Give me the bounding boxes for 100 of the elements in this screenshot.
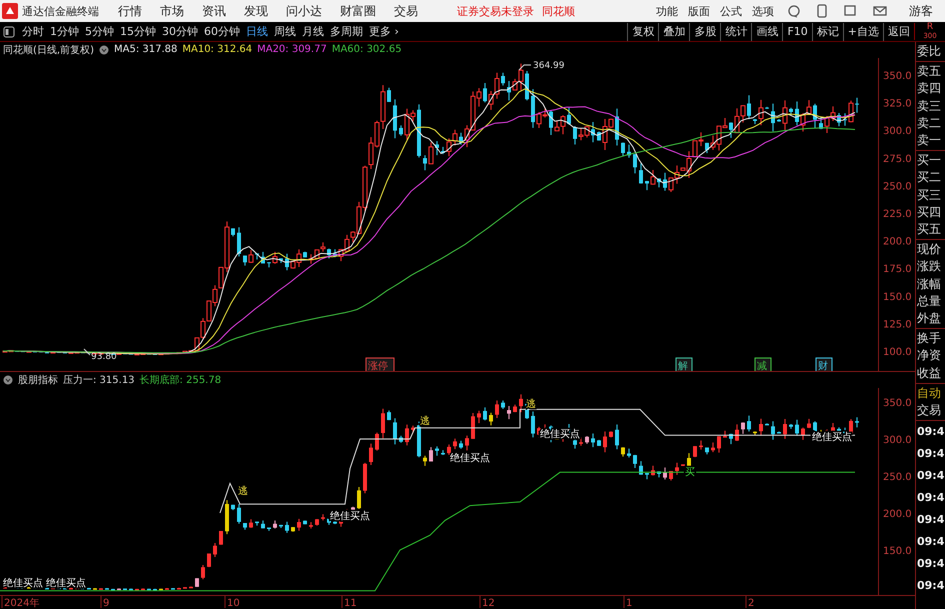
date-label: 10 [227, 598, 240, 609]
support-icon[interactable] [787, 4, 801, 18]
quote-label: 卖三 [916, 98, 942, 115]
period-tab[interactable]: 分时 [22, 24, 44, 39]
leader-line [518, 64, 532, 70]
high-price-label: 364.99 [533, 60, 564, 71]
axis-label: 200.0 [883, 509, 912, 520]
indicator-value: MA5: 317.88 [114, 44, 178, 56]
date-label: 1 [626, 598, 632, 609]
signal-label: 绝佳买点 [46, 578, 86, 589]
menu-item[interactable]: 版面 [688, 4, 710, 18]
quote-label: 净资 [916, 347, 942, 364]
quote-label: 换手 [916, 330, 942, 348]
event-tag[interactable]: 解 [676, 357, 692, 371]
date-label: 2 [748, 598, 754, 609]
quote-label: 买一 [916, 152, 942, 170]
indicator-value: 压力一: 315.13 [63, 374, 135, 387]
menu-item[interactable]: 问小达 [286, 2, 322, 20]
menu-item[interactable]: 功能 [656, 4, 678, 18]
trade-time: 09:4 [916, 490, 945, 506]
chart-title: 同花顺(日线,前复权) [3, 44, 94, 57]
menu-item[interactable]: 行情 [118, 2, 142, 20]
period-tab[interactable]: 5分钟 [85, 24, 114, 39]
mail-icon[interactable] [873, 5, 887, 17]
period-tab[interactable]: 15分钟 [120, 24, 156, 39]
axis-label: 300.0 [883, 126, 912, 138]
menu-item[interactable]: 发现 [244, 2, 268, 20]
menu-item[interactable]: 市场 [160, 2, 184, 20]
trade-time: 09:4 [916, 556, 945, 572]
axis-label: 125.0 [883, 319, 912, 330]
user-label[interactable]: 游客 [909, 2, 933, 20]
low-price-label: 93.80 [91, 352, 117, 362]
quote-label: 现价 [916, 241, 942, 258]
axis-label: 175.0 [883, 264, 912, 276]
indicator-value: 长期底部: 255.78 [140, 374, 222, 387]
quote-label: 涨跌 [916, 258, 942, 276]
axis-label: 250.0 [883, 181, 912, 192]
trade-time: 09:4 [916, 446, 945, 462]
app-logo-icon [2, 3, 18, 19]
settings-icon[interactable] [3, 375, 13, 385]
axis-label: 225.0 [883, 208, 912, 220]
menu-item[interactable]: 资讯 [202, 2, 226, 20]
login-notice[interactable]: 证券交易未登录 [457, 4, 534, 18]
event-tag[interactable]: 减 [754, 357, 772, 371]
quote-label: 收益 [916, 364, 942, 382]
quote-label: 委比 [916, 43, 942, 60]
signal-label: 绝佳买点 [450, 453, 490, 464]
axis-label: 350.0 [883, 70, 912, 82]
period-tab[interactable]: 30分钟 [162, 24, 198, 39]
quote-label: 总量 [916, 292, 942, 310]
date-label: 12 [482, 598, 495, 609]
event-tag[interactable]: 涨停 [366, 357, 394, 371]
period-tab[interactable]: 月线 [302, 24, 324, 39]
date-label: 9 [103, 598, 110, 609]
indicator-value: MA20: 309.77 [257, 44, 327, 56]
phone-icon[interactable] [817, 4, 827, 18]
trade-time: 09:4 [916, 534, 945, 550]
axis-label: 300.0 [883, 435, 912, 446]
leader-line [84, 348, 90, 356]
more-tab[interactable]: 更多 › [369, 24, 399, 39]
axis-label: 150.0 [883, 292, 912, 303]
period-tab[interactable]: 1分钟 [50, 24, 79, 39]
event-tag[interactable]: 财 [816, 357, 832, 371]
quote-label: 卖四 [916, 80, 942, 98]
date-label: 2024年 [4, 598, 40, 609]
axis-label: 325.0 [883, 98, 912, 110]
auto-trade-label[interactable]: 自动 [916, 384, 945, 402]
panel-toggle-icon[interactable] [3, 26, 15, 38]
stock-name: 同花顺 [542, 4, 575, 18]
quote-label: 买五 [916, 221, 942, 238]
indicator-title: 股朋指标 [18, 374, 58, 387]
period-tab[interactable]: 周线 [274, 24, 296, 39]
quote-label: 买四 [916, 204, 942, 221]
trade-time: 09:4 [916, 424, 945, 440]
menu-item[interactable]: 交易 [394, 2, 418, 20]
axis-label: 150.0 [883, 546, 912, 557]
auto-trade-label[interactable]: 交易 [916, 402, 945, 420]
quote-label: 涨幅 [916, 276, 942, 293]
trade-time: 09:4 [916, 468, 945, 484]
period-tab[interactable]: 日线 [246, 24, 268, 39]
message-icon[interactable] [843, 4, 857, 18]
axis-label: 350.0 [883, 398, 912, 409]
menu-item[interactable]: 选项 [752, 4, 774, 18]
quote-label: 买三 [916, 186, 942, 204]
date-label: 11 [344, 598, 357, 609]
axis-label: 250.0 [883, 472, 912, 483]
settings-icon[interactable] [98, 44, 109, 55]
trade-time: 09:4 [916, 512, 945, 528]
quote-label: 卖五 [916, 63, 942, 80]
signal-label: 逃 [238, 486, 248, 497]
signal-label: 逃 [420, 416, 430, 427]
menu-item[interactable]: 财富圈 [340, 2, 376, 20]
period-tab[interactable]: 多周期 [330, 24, 363, 39]
indicator-value: MA60: 302.65 [332, 44, 402, 56]
quote-label: 外盘 [916, 310, 942, 328]
period-tab[interactable]: 60分钟 [204, 24, 240, 39]
trade-time: 09:4 [916, 578, 945, 594]
quote-label: 卖一 [916, 132, 942, 150]
axis-label: 100.0 [883, 346, 912, 358]
menu-item[interactable]: 公式 [720, 4, 742, 18]
